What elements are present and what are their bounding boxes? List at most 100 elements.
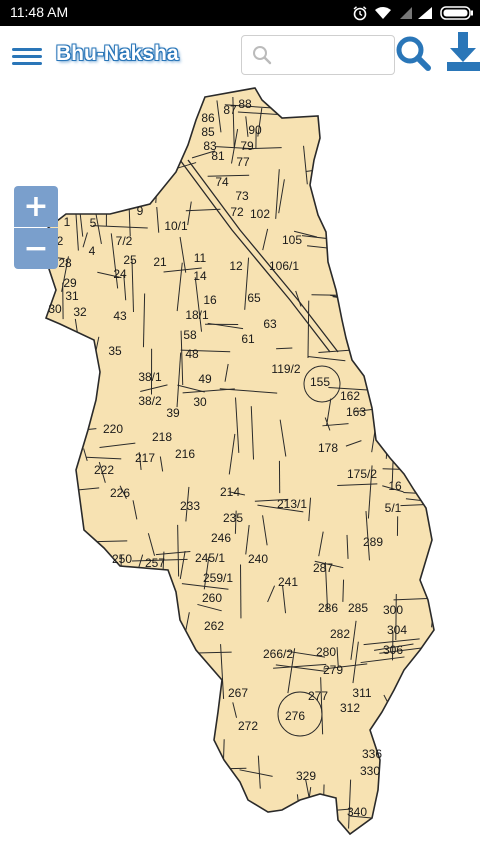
plot-number[interactable]: 106/1 bbox=[269, 259, 299, 273]
plot-number[interactable]: 30 bbox=[193, 395, 207, 409]
plot-number[interactable]: 259/1 bbox=[203, 571, 233, 585]
plot-number[interactable]: 90 bbox=[248, 123, 262, 137]
plot-number[interactable]: 306 bbox=[383, 643, 403, 657]
plot-number[interactable]: 10/1 bbox=[164, 219, 188, 233]
plot-number[interactable]: 226 bbox=[110, 486, 130, 500]
plot-number[interactable]: 213/1 bbox=[277, 497, 307, 511]
plot-number[interactable]: 241 bbox=[278, 575, 298, 589]
zoom-in-button[interactable]: + bbox=[14, 186, 58, 227]
plot-number[interactable]: 329 bbox=[296, 769, 316, 783]
plot-number[interactable]: 58 bbox=[183, 328, 197, 342]
plot-number[interactable]: 311 bbox=[352, 686, 371, 700]
search-field[interactable] bbox=[241, 35, 395, 75]
search-icon[interactable] bbox=[393, 34, 433, 74]
download-icon[interactable] bbox=[444, 32, 480, 74]
plot-number[interactable]: 330 bbox=[360, 764, 380, 778]
village-map-svg[interactable]: 87 888685 90798381 77747372 102910/11051 5247… bbox=[0, 86, 480, 854]
plot-number[interactable]: 73 bbox=[235, 189, 249, 203]
plot-number[interactable]: 9 bbox=[137, 204, 144, 218]
plot-number[interactable]: 279 bbox=[323, 663, 343, 677]
plot-number[interactable]: 39 bbox=[166, 406, 180, 420]
plot-number[interactable]: 162 bbox=[340, 389, 360, 403]
plot-number[interactable]: 102 bbox=[250, 207, 270, 221]
plot-number[interactable]: 257 bbox=[145, 556, 165, 570]
plot-number[interactable]: 88 bbox=[238, 97, 252, 111]
plot-number[interactable]: 35 bbox=[108, 344, 122, 358]
plot-number[interactable]: 38/2 bbox=[138, 394, 162, 408]
plot-number[interactable]: 48 bbox=[185, 347, 199, 361]
plot-number[interactable]: 31 bbox=[65, 289, 79, 303]
plot-number[interactable]: 24 bbox=[113, 267, 127, 281]
plot-number[interactable]: 287 bbox=[313, 561, 333, 575]
plot-number[interactable]: 11 bbox=[194, 251, 207, 265]
cadastral-map[interactable]: 87 88 86 85 90 79 83 81 77 74 73 72 102 9 10/1 105 1 5 2 4 7… bbox=[0, 86, 480, 854]
plot-number[interactable]: 272 bbox=[238, 719, 258, 733]
plot-number[interactable]: 312 bbox=[340, 701, 360, 715]
plot-number[interactable]: 214 bbox=[220, 485, 240, 499]
plot-number[interactable]: 217 bbox=[135, 451, 155, 465]
plot-number[interactable]: 155 bbox=[310, 375, 330, 389]
plot-number[interactable]: 250 bbox=[112, 552, 132, 566]
plot-number[interactable]: 260 bbox=[202, 591, 222, 605]
plot-number[interactable]: 266/2 bbox=[263, 647, 293, 661]
plot-number[interactable]: 235 bbox=[223, 511, 243, 525]
plot-number[interactable]: 30 bbox=[48, 302, 62, 316]
plot-number[interactable]: 280 bbox=[316, 645, 336, 659]
plot-number[interactable]: 5 bbox=[90, 216, 97, 230]
plot-number[interactable]: 21 bbox=[153, 255, 167, 269]
plot-number[interactable]: 222 bbox=[94, 463, 114, 477]
menu-icon[interactable] bbox=[12, 44, 42, 70]
plot-number[interactable]: 65 bbox=[247, 291, 261, 305]
plot-number[interactable]: 178 bbox=[318, 441, 338, 455]
plot-number[interactable]: 340 bbox=[347, 805, 367, 819]
plot-number[interactable]: 1 bbox=[64, 215, 71, 229]
plot-number[interactable]: 276 bbox=[285, 709, 305, 723]
plot-number[interactable]: 29 bbox=[63, 276, 77, 290]
plot-number[interactable]: 240 bbox=[248, 552, 268, 566]
plot-number[interactable]: 12 bbox=[229, 259, 243, 273]
plot-number[interactable]: 79 bbox=[240, 139, 254, 153]
plot-number[interactable]: 163 bbox=[346, 405, 366, 419]
plot-number[interactable]: 32 bbox=[73, 305, 87, 319]
plot-number[interactable]: 81 bbox=[211, 149, 225, 163]
plot-number[interactable]: 246 bbox=[211, 531, 231, 545]
plot-number[interactable]: 77 bbox=[236, 155, 250, 169]
plot-number[interactable]: 267 bbox=[228, 686, 248, 700]
plot-number[interactable]: 175/2 bbox=[347, 467, 377, 481]
plot-number[interactable]: 304 bbox=[387, 623, 407, 637]
plot-number[interactable]: 105 bbox=[282, 233, 302, 247]
plot-number[interactable]: 277 bbox=[308, 689, 328, 703]
plot-number[interactable]: 5/1 bbox=[385, 501, 402, 515]
plot-number[interactable]: 300 bbox=[383, 603, 403, 617]
plot-number[interactable]: 28 bbox=[58, 256, 72, 270]
plot-number[interactable]: 43 bbox=[113, 309, 127, 323]
plot-number[interactable]: 220 bbox=[103, 422, 123, 436]
plot-number[interactable]: 218 bbox=[152, 430, 172, 444]
plot-number[interactable]: 233 bbox=[180, 499, 200, 513]
plot-number[interactable]: 85 bbox=[201, 125, 215, 139]
plot-number[interactable]: 289 bbox=[363, 535, 383, 549]
plot-number[interactable]: 336 bbox=[362, 747, 382, 761]
plot-number[interactable]: 216 bbox=[175, 447, 195, 461]
plot-number[interactable]: 87 bbox=[223, 103, 237, 117]
search-input[interactable] bbox=[278, 42, 390, 68]
plot-number[interactable]: 74 bbox=[215, 175, 229, 189]
plot-number[interactable]: 245/1 bbox=[195, 551, 225, 565]
plot-number[interactable]: 7/2 bbox=[116, 234, 133, 248]
plot-number[interactable]: 18/1 bbox=[185, 308, 209, 322]
plot-number[interactable]: 72 bbox=[230, 205, 244, 219]
plot-number[interactable]: 262 bbox=[204, 619, 224, 633]
plot-number[interactable]: 14 bbox=[193, 269, 207, 283]
plot-number[interactable]: 38/1 bbox=[138, 370, 162, 384]
plot-number[interactable]: 49 bbox=[198, 372, 212, 386]
plot-number[interactable]: 86 bbox=[201, 111, 215, 125]
plot-number[interactable]: 4 bbox=[89, 244, 96, 258]
plot-number[interactable]: 63 bbox=[263, 317, 277, 331]
plot-number[interactable]: 16 bbox=[388, 479, 402, 493]
plot-number[interactable]: 119/2 bbox=[271, 362, 300, 376]
plot-number[interactable]: 285 bbox=[348, 601, 368, 615]
plot-number[interactable]: 61 bbox=[241, 332, 255, 346]
plot-number[interactable]: 282 bbox=[330, 627, 350, 641]
plot-number[interactable]: 286 bbox=[318, 601, 338, 615]
plot-number[interactable]: 25 bbox=[123, 253, 137, 267]
